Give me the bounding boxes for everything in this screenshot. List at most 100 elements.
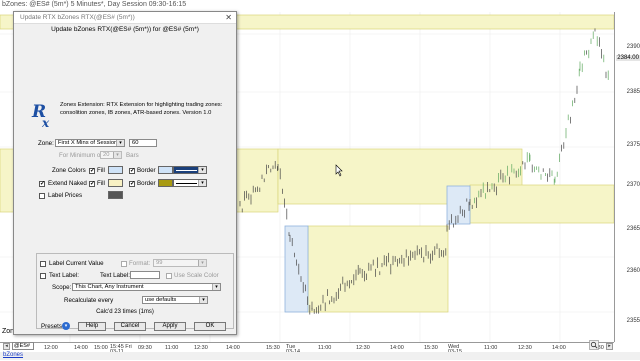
recalculate-label: Recalculate every [64, 297, 114, 304]
chart-tab-bar: bZones [0, 352, 640, 360]
text-label-check-label: Text Label: [49, 272, 79, 279]
extend-naked-label: Extend Naked [48, 180, 87, 187]
scope-label: Scope: [52, 284, 72, 291]
price-axis[interactable]: 2390 2384.00 2385 2375 2370 2365 2360 23… [614, 12, 640, 342]
y-tick: 2365 [626, 226, 640, 232]
y-tick: 2360 [626, 268, 640, 274]
svg-text:x: x [41, 116, 50, 130]
zone-lower [307, 225, 449, 313]
chevron-down-icon: ▾ [199, 297, 207, 303]
chevron-down-icon: ▾ [198, 167, 206, 173]
symbol-field[interactable]: @ES# [12, 342, 34, 350]
x-tick: 14:00 [226, 345, 240, 351]
recalculate-select[interactable]: use defaults ▾ [142, 296, 208, 304]
chart-title: bZones: @ES# (5m*) 5 Minutes*, Day Sessi… [2, 1, 187, 8]
naked-border-style-select[interactable]: ▾ [173, 179, 207, 187]
extension-description: Zones Extension: RTX Extension for highl… [60, 102, 223, 116]
rtx-logo-icon: R x [31, 102, 50, 130]
x-tick: 11:00 [484, 345, 498, 351]
x-tick: 12:30 [518, 345, 532, 351]
close-icon[interactable]: ✕ [225, 13, 232, 22]
x-tick: 12:30 [356, 345, 370, 351]
zone-border-label: Border [137, 167, 156, 174]
update-rtx-dialog: Update RTX bZones RTX(@ES# (5m*)) ✕ Upda… [13, 11, 237, 335]
zone-blue-2 [446, 185, 471, 225]
ok-button[interactable]: OK [194, 322, 226, 331]
y-tick: 2370 [626, 182, 640, 188]
scope-value: This Chart, Any Instrument [75, 284, 144, 290]
text-label-field-label: Text Label: [100, 272, 130, 279]
line-style-preview [176, 170, 197, 171]
text-label-checkbox[interactable] [40, 273, 46, 279]
x-tick: 11:00 [318, 345, 332, 351]
chevron-down-icon: ▾ [212, 284, 220, 290]
zone-fill-checkbox[interactable]: ✓ [89, 168, 95, 174]
dialog-titlebar[interactable]: Update RTX bZones RTX(@ES# (5m*)) ✕ [14, 12, 236, 24]
naked-border-swatch[interactable] [158, 179, 173, 187]
zone-type-select[interactable]: First X Mins of Session ▾ [55, 139, 125, 147]
x-tick: 12:30 [194, 345, 208, 351]
format-select[interactable]: 99 ▾ [153, 259, 207, 267]
tab-bzones[interactable]: bZones [3, 352, 23, 358]
extend-naked-checkbox[interactable]: ✓ [39, 181, 45, 187]
format-checkbox[interactable] [121, 261, 127, 267]
presets-chevron-icon[interactable]: ▾ [62, 322, 70, 330]
label-prices-swatch[interactable] [108, 191, 123, 199]
zone-right [469, 184, 614, 224]
cancel-button[interactable]: Cancel [114, 322, 146, 331]
recalculate-value: use defaults [145, 297, 177, 303]
x-tick: 11:00 [165, 345, 179, 351]
naked-fill-label: Fill [97, 180, 105, 187]
scroll-right-icon[interactable]: ▸ [606, 343, 613, 350]
label-prices-label: Label Prices [48, 192, 83, 199]
y-tick: 2385 [626, 89, 640, 95]
zone-fill-swatch[interactable] [108, 166, 123, 174]
zoom-icon[interactable] [589, 340, 599, 350]
apply-button[interactable]: Apply [154, 322, 186, 331]
x-tick: 12:00 [44, 345, 58, 351]
label-prices-checkbox[interactable] [39, 193, 45, 199]
naked-border-label: Border [137, 180, 156, 187]
x-tick: 14:00 [74, 345, 88, 351]
for-minimum-select[interactable]: 20 ▾ [100, 151, 122, 159]
format-value: 99 [156, 260, 163, 266]
scope-select[interactable]: This Chart, Any Instrument ▾ [72, 283, 221, 291]
x-tick: 15:30 [424, 345, 438, 351]
bars-label: Bars [126, 152, 139, 159]
zone-colors-label: Zone Colors [52, 167, 86, 174]
line-style-preview [176, 183, 197, 184]
zone-border-style-select[interactable]: ▾ [173, 166, 207, 174]
x-tick: 15:00 [94, 345, 108, 351]
naked-border-checkbox[interactable]: ✓ [129, 181, 135, 187]
chevron-down-icon: ▾ [116, 140, 124, 146]
zone-fill-label: Fill [97, 167, 105, 174]
naked-fill-checkbox[interactable]: ✓ [89, 181, 95, 187]
zone-minutes-input[interactable]: 60 [129, 139, 157, 147]
chevron-down-icon: ▾ [113, 152, 121, 158]
chevron-down-icon: ▾ [198, 260, 206, 266]
zone-border-swatch-a[interactable] [158, 166, 173, 174]
for-minimum-label: For Minimum of: [59, 152, 104, 159]
y-tick: 2375 [626, 142, 640, 148]
use-scale-color-checkbox[interactable] [166, 273, 172, 279]
chevron-down-icon: ▾ [198, 180, 206, 186]
label-current-value-checkbox[interactable] [40, 261, 46, 267]
calc-info: Calc'd 23 times (1ms) [96, 309, 154, 315]
x-tick: 09:30 [138, 345, 152, 351]
zone-border-checkbox[interactable]: ✓ [129, 168, 135, 174]
x-tick: 15:30 [266, 345, 280, 351]
text-label-input[interactable] [130, 271, 160, 279]
format-label: Format: [129, 260, 151, 267]
zone-type-value: First X Mins of Session [58, 140, 118, 146]
x-tick: 14:00 [390, 345, 404, 351]
zone-blue-1 [284, 225, 309, 313]
y-tick: 2355 [626, 318, 640, 324]
scroll-left-icon[interactable]: ◂ [3, 343, 10, 350]
help-button[interactable]: Help [78, 322, 106, 331]
y-tick: 2390 [626, 44, 640, 50]
presets-label[interactable]: Presets [41, 323, 62, 330]
label-current-value-label: Label Current Value [49, 260, 104, 267]
zone-label: Zone: [38, 140, 54, 147]
naked-fill-swatch[interactable] [108, 179, 123, 187]
price-tag: 2384.00 [616, 55, 640, 61]
